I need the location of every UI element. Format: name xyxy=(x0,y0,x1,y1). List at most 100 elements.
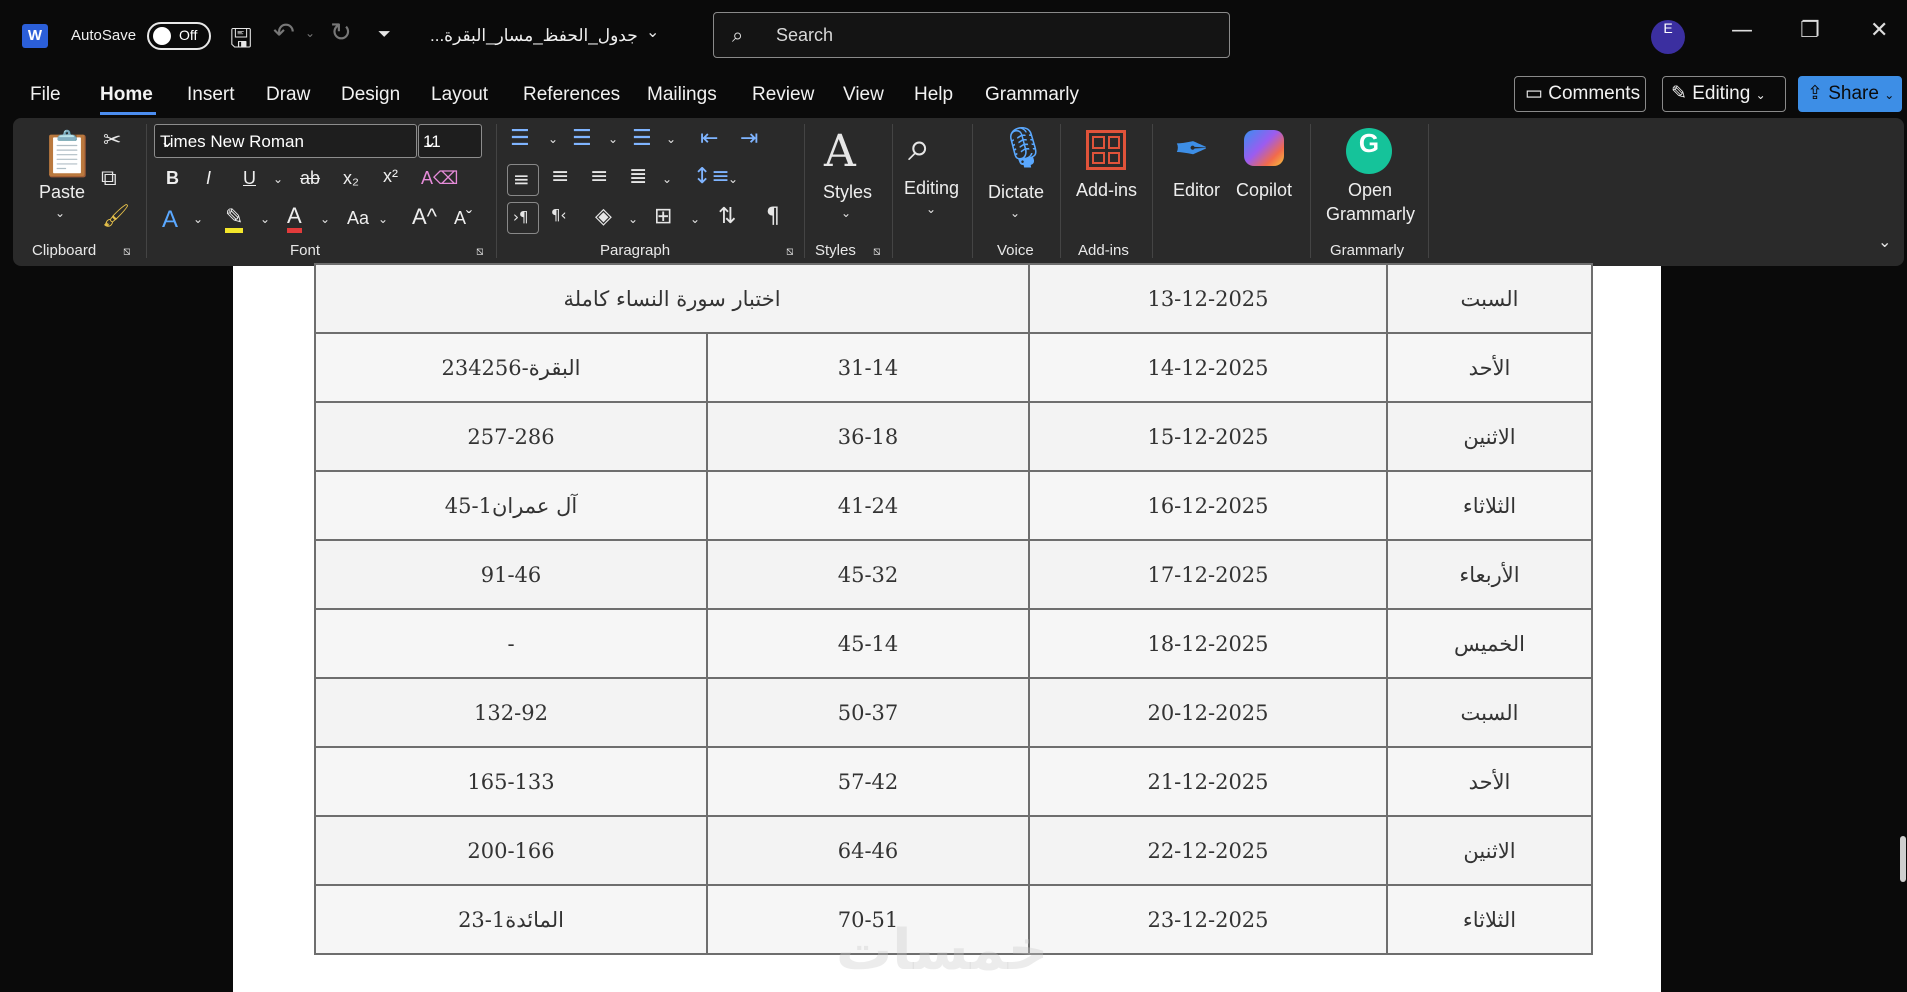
table-cell-day[interactable]: الخميس xyxy=(1386,608,1593,679)
sort-icon[interactable]: ⇅ xyxy=(718,204,736,229)
numbering-icon[interactable]: ☰ xyxy=(572,126,592,151)
borders-dropdown-icon[interactable]: ⌄ xyxy=(690,212,700,226)
shrink-font-icon[interactable]: Aˇ xyxy=(454,208,472,229)
font-launcher-icon[interactable]: ⧅ xyxy=(476,244,484,259)
tab-view[interactable]: View xyxy=(843,84,884,106)
avatar[interactable]: E xyxy=(1651,20,1685,54)
microphone-icon[interactable]: 🎙 xyxy=(998,124,1049,171)
table-cell-date[interactable]: 14-12-2025 xyxy=(1028,332,1388,403)
table-cell-date[interactable]: 21-12-2025 xyxy=(1028,746,1388,817)
tab-references[interactable]: References xyxy=(523,84,620,106)
grammarly-name-label[interactable]: Grammarly xyxy=(1326,204,1415,225)
copilot-icon[interactable] xyxy=(1244,130,1284,166)
table-cell-merged[interactable]: اختبار سورة النساء كاملة xyxy=(314,263,1030,334)
underline-icon[interactable]: U xyxy=(243,168,256,189)
paragraph-launcher-icon[interactable]: ⧅ xyxy=(786,244,794,259)
table-cell-day[interactable]: الأربعاء xyxy=(1386,539,1593,610)
table-cell-date[interactable]: 17-12-2025 xyxy=(1028,539,1388,610)
change-case-icon[interactable]: Aa xyxy=(347,208,369,229)
subscript-icon[interactable]: x₂ xyxy=(343,168,359,189)
table-cell-review[interactable]: 64-46 xyxy=(706,815,1030,886)
tab-layout[interactable]: Layout xyxy=(431,84,488,106)
table-cell-review[interactable]: 41-24 xyxy=(706,470,1030,541)
table-cell-date[interactable]: 16-12-2025 xyxy=(1028,470,1388,541)
dictate-dropdown-icon[interactable]: ⌄ xyxy=(1010,206,1020,220)
table-cell-new[interactable]: - xyxy=(314,608,708,679)
copy-icon[interactable]: ⧉ xyxy=(101,166,117,191)
table-cell-day[interactable]: الأحد xyxy=(1386,332,1593,403)
highlight-dropdown-icon[interactable]: ⌄ xyxy=(260,212,270,226)
table-cell-new[interactable]: 257-286 xyxy=(314,401,708,472)
underline-dropdown-icon[interactable]: ⌄ xyxy=(273,172,283,186)
tab-help[interactable]: Help xyxy=(914,84,953,106)
dictate-label[interactable]: Dictate xyxy=(988,182,1044,203)
open-grammarly-label[interactable]: Open xyxy=(1348,180,1392,201)
clear-formatting-icon[interactable]: A⌫ xyxy=(421,168,458,189)
grow-font-icon[interactable]: A^ xyxy=(412,204,437,230)
tab-draw[interactable]: Draw xyxy=(266,84,310,106)
table-cell-review[interactable]: 45-14 xyxy=(706,608,1030,679)
ltr-direction-button[interactable]: ›¶ xyxy=(507,202,539,234)
tab-mailings[interactable]: Mailings xyxy=(647,84,717,106)
undo-icon[interactable]: ↶ xyxy=(273,18,295,48)
customize-toolbar-icon[interactable]: ⏷ xyxy=(378,24,391,44)
table-cell-review[interactable]: 57-42 xyxy=(706,746,1030,817)
tab-grammarly[interactable]: Grammarly xyxy=(985,84,1079,106)
table-cell-new[interactable]: المائدة1-23 xyxy=(314,884,708,955)
editor-icon[interactable]: ✒ xyxy=(1174,124,1209,173)
editing-mode-button[interactable]: ✎ Editing ⌄ xyxy=(1662,76,1786,112)
table-cell-day[interactable]: الأحد xyxy=(1386,746,1593,817)
tab-insert[interactable]: Insert xyxy=(187,84,235,106)
justify-dropdown-icon[interactable]: ⌄ xyxy=(662,172,672,186)
paste-dropdown-icon[interactable]: ⌄ xyxy=(55,206,65,220)
table-cell-review[interactable]: 45-32 xyxy=(706,539,1030,610)
multilevel-dropdown-icon[interactable]: ⌄ xyxy=(666,132,676,146)
editing-dropdown-icon[interactable]: ⌄ xyxy=(926,202,936,216)
rtl-icon[interactable]: ¶‹ xyxy=(551,206,567,224)
search-input[interactable]: Search xyxy=(776,25,833,46)
comments-button[interactable]: ▭ Comments xyxy=(1514,76,1646,112)
table-cell-day[interactable]: الثلاثاء xyxy=(1386,884,1593,955)
bullets-dropdown-icon[interactable]: ⌄ xyxy=(548,132,558,146)
collapse-ribbon-icon[interactable]: ⌄ xyxy=(1878,232,1891,251)
paste-icon[interactable]: 📋 xyxy=(40,128,95,180)
align-left-button[interactable]: ≡ xyxy=(507,164,539,196)
styles-icon[interactable]: A xyxy=(824,126,856,177)
table-cell-review[interactable]: 36-18 xyxy=(706,401,1030,472)
document-title[interactable]: ...جدول_الحفظ_مسار_البقرة xyxy=(430,26,638,46)
close-icon[interactable]: ✕ xyxy=(1870,18,1888,43)
minimize-icon[interactable]: — xyxy=(1731,18,1753,43)
add-ins-icon[interactable] xyxy=(1086,130,1126,170)
table-cell-day[interactable]: السبت xyxy=(1386,677,1593,748)
table-cell-review[interactable]: 50-37 xyxy=(706,677,1030,748)
shading-icon[interactable]: ◈ xyxy=(595,204,612,229)
table-cell-new[interactable]: آل عمران1-45 xyxy=(314,470,708,541)
tab-review[interactable]: Review xyxy=(752,84,814,106)
styles-label[interactable]: Styles xyxy=(823,182,872,203)
table-cell-date[interactable]: 13-12-2025 xyxy=(1028,263,1388,334)
table-cell-day[interactable]: الاثنين xyxy=(1386,401,1593,472)
table-cell-date[interactable]: 18-12-2025 xyxy=(1028,608,1388,679)
increase-indent-icon[interactable]: ⇥ xyxy=(740,126,758,151)
table-cell-date[interactable]: 22-12-2025 xyxy=(1028,815,1388,886)
change-case-dropdown-icon[interactable]: ⌄ xyxy=(378,212,388,226)
multilevel-list-icon[interactable]: ☰ xyxy=(632,126,652,151)
copilot-button[interactable]: Copilot xyxy=(1236,180,1292,201)
editor-button[interactable]: Editor xyxy=(1173,180,1220,201)
redo-icon[interactable]: ↻ xyxy=(330,18,352,48)
table-cell-day[interactable]: الثلاثاء xyxy=(1386,470,1593,541)
tab-design[interactable]: Design xyxy=(341,84,400,106)
shading-dropdown-icon[interactable]: ⌄ xyxy=(628,212,638,226)
table-cell-day[interactable]: السبت xyxy=(1386,263,1593,334)
text-effects-icon[interactable]: A xyxy=(162,206,178,234)
align-right-icon[interactable]: ≡ xyxy=(590,164,608,189)
numbering-dropdown-icon[interactable]: ⌄ xyxy=(608,132,618,146)
table-cell-review[interactable]: 31-14 xyxy=(706,332,1030,403)
table-cell-date[interactable]: 15-12-2025 xyxy=(1028,401,1388,472)
borders-icon[interactable]: ⊞ xyxy=(654,204,672,229)
line-spacing-dropdown-icon[interactable]: ⌄ xyxy=(728,172,738,186)
table-cell-date[interactable]: 20-12-2025 xyxy=(1028,677,1388,748)
vertical-scrollbar[interactable] xyxy=(1900,836,1906,882)
tab-file[interactable]: File xyxy=(30,84,61,106)
italic-icon[interactable]: I xyxy=(206,168,211,189)
